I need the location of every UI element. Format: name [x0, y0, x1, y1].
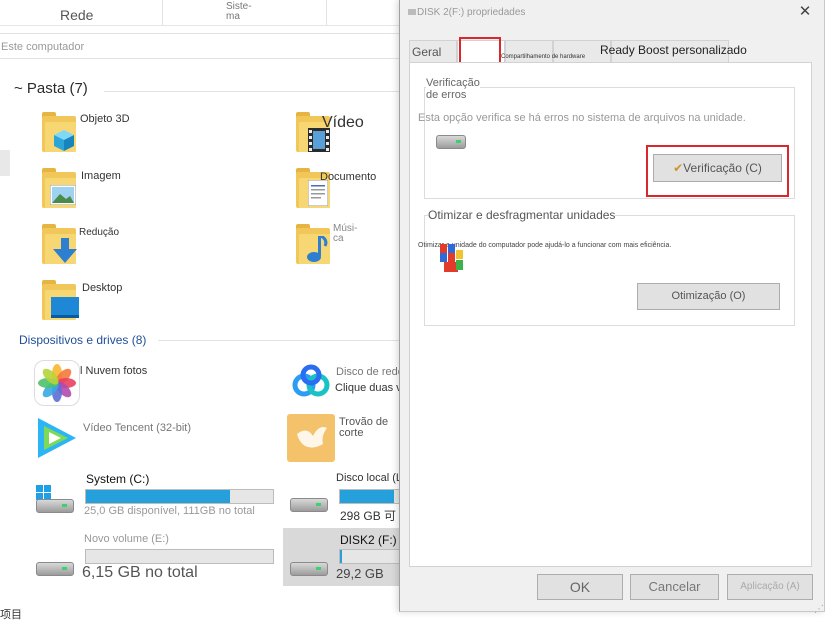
- cloud-photos-device[interactable]: [34, 360, 80, 406]
- tools-panel: Verificação de erros Esta opção verifica…: [409, 62, 812, 567]
- folder-downloads[interactable]: [42, 224, 77, 264]
- drive-info: 29,2 GB: [336, 566, 384, 581]
- close-icon[interactable]: ✕: [797, 4, 813, 20]
- download-arrow-icon: [53, 238, 77, 263]
- optimize-button-label: Otimização (O): [671, 290, 746, 302]
- drive-c[interactable]: [34, 485, 78, 515]
- tab-label: Compartilhamento de hardware: [501, 54, 586, 60]
- tab-general[interactable]: Geral: [409, 40, 457, 63]
- ok-button-label: OK: [569, 579, 591, 595]
- toolbar-system[interactable]: Siste- ma: [163, 0, 327, 26]
- folder-label: Objeto 3D: [80, 113, 130, 125]
- address-bar[interactable]: Este computador: [0, 33, 400, 59]
- device-label: Trovão de corte: [339, 416, 389, 439]
- apply-button-label: Aplicação (A): [740, 581, 800, 592]
- error-check-description: Esta opção verifica se há erros no siste…: [418, 112, 746, 124]
- drive-info: 298 GB 可: [340, 509, 397, 523]
- hard-drive-icon: [34, 556, 76, 578]
- address-text: Este computador: [1, 41, 85, 53]
- hard-drive-icon: [434, 129, 468, 151]
- baidu-netdisk-device[interactable]: [288, 360, 334, 406]
- folder-music[interactable]: [296, 224, 330, 264]
- folder-label: Redução: [79, 227, 120, 238]
- drive-info: 6,15 GB no total: [82, 564, 198, 581]
- drive-info: 25,0 GB disponível, 111GB no total: [84, 505, 255, 517]
- play-icon: [38, 418, 76, 458]
- nav-pane-selection[interactable]: [0, 150, 10, 176]
- drive-f[interactable]: [288, 552, 332, 580]
- drive-l[interactable]: [288, 488, 332, 516]
- monitor-icon: [51, 297, 79, 318]
- device-label: Vídeo Tencent (32-bit): [83, 422, 192, 434]
- defrag-icon: [440, 244, 463, 272]
- folder-pictures[interactable]: [42, 168, 76, 208]
- tools-tab-highlight: [459, 37, 501, 65]
- toolbar-network[interactable]: Rede: [0, 0, 163, 26]
- picture-icon: [50, 185, 76, 205]
- music-note-icon: [307, 236, 328, 262]
- drive-usage-bar: [85, 549, 274, 564]
- ok-button[interactable]: OK: [537, 574, 623, 600]
- folder-label: Documento: [320, 171, 377, 183]
- drive-usage-fill: [340, 550, 343, 563]
- cancel-button[interactable]: Cancelar: [630, 574, 719, 600]
- apply-button[interactable]: Aplicação (A): [727, 574, 813, 600]
- drive-title-icon: [408, 9, 416, 15]
- check-button-highlight: [646, 145, 789, 197]
- devices-divider: [158, 340, 400, 341]
- folder-desktop[interactable]: [42, 280, 79, 320]
- folder-label: Vídeo: [322, 114, 364, 131]
- folder-label: Imagem: [81, 170, 121, 182]
- optimize-button[interactable]: Otimização (O): [637, 283, 780, 310]
- dialog-title: DISK 2(F:) propriedades: [417, 7, 526, 18]
- hard-drive-icon: [288, 492, 330, 514]
- photos-flower-icon: [38, 364, 76, 402]
- devices-header[interactable]: Dispositivos e drives (8): [19, 333, 146, 347]
- folder-label: Desktop: [82, 282, 123, 294]
- optimize-title: Otimizar e desfragmentar unidades: [428, 208, 616, 222]
- tencent-video-device[interactable]: [32, 414, 80, 462]
- device-label: l Nuvem fotos: [80, 365, 148, 377]
- thunder-device[interactable]: [287, 414, 335, 462]
- properties-dialog: DISK 2(F:) propriedades ✕ Geral Comparti…: [399, 0, 825, 615]
- drive-usage-fill: [340, 490, 394, 503]
- tab-label: Ready Boost personalizado: [600, 43, 747, 57]
- drive-usage-bar: [339, 549, 400, 564]
- drive-name: Disco local (L: [336, 472, 403, 484]
- error-check-title: Verificação de erros: [426, 77, 480, 101]
- drive-e[interactable]: [34, 552, 78, 580]
- drive-usage-fill: [86, 490, 230, 503]
- toolbar-system-label: Siste- ma: [226, 1, 252, 22]
- drive-usage-bar: [85, 489, 274, 504]
- drive-name: System (C:): [86, 472, 150, 486]
- cancel-button-label: Cancelar: [648, 579, 701, 594]
- cube-icon: [54, 130, 74, 151]
- bird-icon: [297, 427, 327, 448]
- drive-usage-bar: [339, 489, 400, 504]
- hard-drive-icon: [34, 493, 76, 515]
- folders-divider: [104, 91, 400, 92]
- drive-name: Novo volume (E:): [84, 533, 169, 545]
- tab-label: Geral: [412, 45, 442, 59]
- document-icon: [308, 180, 328, 206]
- drive-name: DISK2 (F:): [340, 533, 397, 547]
- folder-3d-objects[interactable]: [42, 112, 76, 152]
- hard-drive-icon: [288, 556, 330, 578]
- tab-readyboost[interactable]: Ready Boost personalizado: [600, 40, 747, 63]
- resize-grip-icon[interactable]: ⋰: [814, 604, 824, 615]
- folders-header[interactable]: ~ Pasta (7): [14, 80, 88, 97]
- status-bar-text: 项目: [0, 609, 22, 621]
- folder-label: Músi- ca: [333, 223, 358, 244]
- cloud-icon: [292, 364, 330, 397]
- toolbar-network-label: Rede: [60, 7, 94, 23]
